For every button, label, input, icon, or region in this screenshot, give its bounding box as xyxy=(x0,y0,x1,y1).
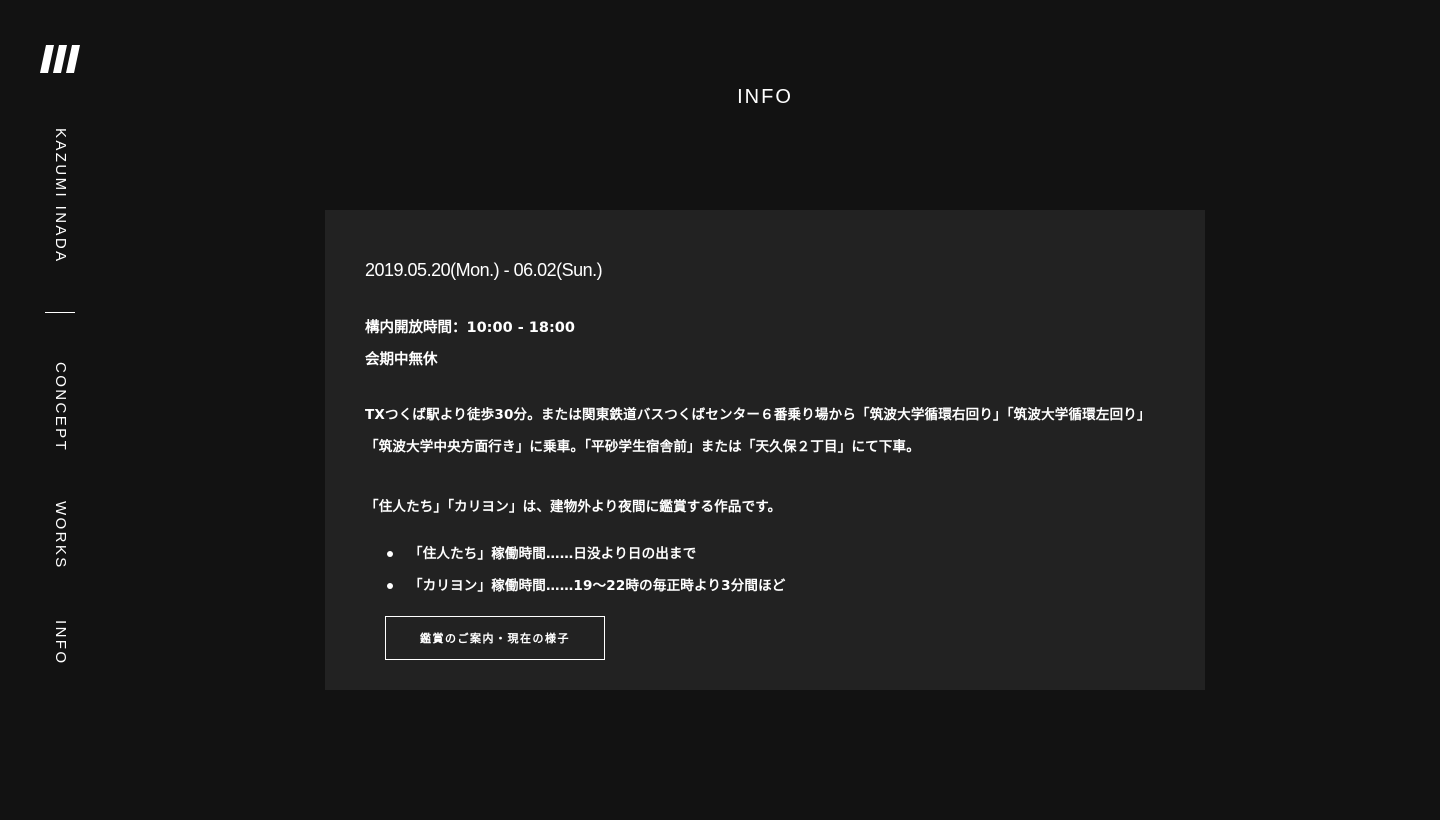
opening-hours: 構内開放時間：10:00 - 18:00 会期中無休 xyxy=(365,312,575,376)
viewing-guide-button-label: 鑑賞のご案内・現在の様子 xyxy=(420,632,570,645)
bullet-icon xyxy=(387,583,393,589)
nav-item-works[interactable]: WORKS xyxy=(50,501,70,570)
info-card: 2019.05.20(Mon.) - 06.02(Sun.) 構内開放時間：10… xyxy=(325,210,1205,690)
artist-name-link[interactable]: KAZUMI INADA xyxy=(50,128,70,263)
exhibition-dates: 2019.05.20(Mon.) - 06.02(Sun.) xyxy=(365,260,603,280)
list-item-text: 「住人たち」稼働時間……日没より日の出まで xyxy=(409,546,697,562)
bullet-icon xyxy=(387,551,393,557)
opening-hours-text: 構内開放時間：10:00 - 18:00 xyxy=(365,320,575,336)
closed-days-text: 会期中無休 xyxy=(365,352,438,368)
page-title: INFO xyxy=(737,86,793,108)
nav-item-concept[interactable]: CONCEPT xyxy=(50,362,70,452)
night-viewing-note: 「住人たち」「カリヨン」は、建物外より夜間に鑑賞する作品です。 xyxy=(365,499,782,515)
list-item: 「住人たち」稼働時間……日没より日の出まで xyxy=(365,538,786,570)
access-directions: TXつくば駅より徒歩30分。または関東鉄道バスつくばセンター６番乗り場から「筑波… xyxy=(365,407,1151,455)
list-item: 「カリヨン」稼働時間……19〜22時の毎正時より3分間ほど xyxy=(365,570,786,602)
slanted-bars-logo-icon[interactable] xyxy=(40,45,80,73)
page: KAZUMI INADA CONCEPT WORKS INFO INFO 201… xyxy=(0,0,1440,820)
operating-schedule-list: 「住人たち」稼働時間……日没より日の出まで 「カリヨン」稼働時間……19〜22時… xyxy=(365,538,786,602)
nav-divider xyxy=(45,312,75,313)
viewing-guide-button[interactable]: 鑑賞のご案内・現在の様子 xyxy=(385,616,605,660)
list-item-text: 「カリヨン」稼働時間……19〜22時の毎正時より3分間ほど xyxy=(409,578,786,594)
nav-item-info[interactable]: INFO xyxy=(50,620,70,665)
